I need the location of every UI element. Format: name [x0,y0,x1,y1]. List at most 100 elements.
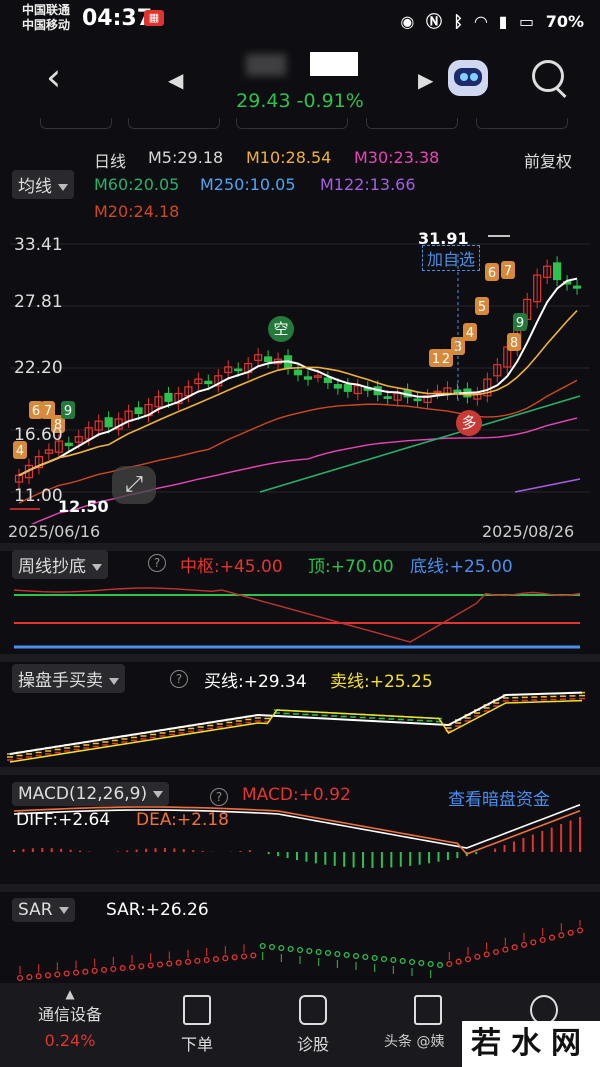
sar-dot [175,959,182,966]
ma20: M20:24.18 [94,202,180,221]
signal-marker-label: 6 [32,404,40,419]
ma250: M250:10.05 [200,175,296,194]
sar-dot [72,969,80,976]
panel-divider [0,884,600,892]
sar-dot [44,972,52,979]
candle [323,377,332,384]
kline-chart[interactable]: 46 7891 23456 789 [0,224,600,524]
sar-dot [63,970,70,977]
candle [343,384,352,392]
period-label[interactable]: 日线 [94,148,126,172]
sar-dot [16,974,24,982]
sar-dot [502,946,509,953]
ma122: M122:13.66 [320,175,416,194]
battery-icon: ▭ [519,12,535,31]
indicator-label: 均线 [18,177,52,197]
sar-dot [240,953,248,960]
candle [413,398,422,402]
sector-info[interactable]: ▲ 通信设备 0.24% [28,987,112,1050]
caret-down-icon [58,183,68,191]
ma122-line [514,478,581,493]
sar-dot [212,956,220,963]
sar-dot [576,927,584,934]
sar-dot [548,934,556,941]
candle [303,376,313,380]
macd-chart [13,804,581,868]
sar-dot [35,973,42,980]
candle [333,384,342,389]
candle [104,417,113,428]
low-price-label: 12.50 [58,497,109,516]
zhouxian-chart [13,587,581,649]
fullscreen-icon[interactable]: ⤢ [112,466,156,504]
status-icons: ◉ Ⓝ ᛒ ◠ ▮ ▭ 70% [394,8,584,32]
sar-dot [511,944,518,951]
date-start: 2025/06/16 [8,522,101,541]
sar-value: SAR:+26.26 [106,900,209,920]
sar-dot [259,942,266,950]
y-tick: 33.41 [14,235,63,255]
caret-down-icon [153,790,164,798]
signal-marker-label: 7 [44,404,52,419]
sector-change: 0.24% [44,1031,96,1050]
diagnose-button[interactable]: 诊股 [288,995,338,1055]
sar-dot [483,951,490,958]
sar-dot [464,956,472,963]
source-credit: 头条 @姨 [384,1034,445,1050]
sar-dot [371,954,378,962]
previous-stock-icon[interactable]: ◀ [168,68,183,92]
candle [293,369,303,376]
candle [204,380,213,385]
help-icon[interactable]: ? [148,552,166,572]
adjust-mode[interactable]: 前复权 [524,148,572,172]
sar-dot [362,953,369,961]
zhouxian-dropdown[interactable]: 周线抄底 [12,550,108,579]
order-button[interactable]: 下单 [172,995,222,1055]
ai-assistant-robot-icon[interactable] [448,60,488,96]
sar-dot [82,968,89,975]
mid-number: +45.00 [219,557,283,577]
sar-dot [436,961,444,969]
price-change: 29.43 -0.91% [0,90,600,112]
y-tick: 22.20 [14,358,63,378]
sell-line [9,699,583,763]
add-watchlist-button[interactable]: 加自选 [422,245,481,271]
sar-dot [427,960,434,968]
ma5: M5:29.18 [148,148,224,167]
next-stock-icon[interactable]: ▶ [418,68,433,92]
ma10: M10:28.54 [246,148,332,167]
wifi-icon: ◠ [474,12,488,31]
ma20-line [18,379,578,504]
candle [64,442,73,447]
search-icon[interactable] [532,60,564,92]
carrier-1: 中国联通 [22,3,71,17]
indicator-dropdown[interactable]: 均线 [12,170,74,199]
top-label: 顶: [308,557,331,577]
sar-dot [306,947,313,955]
sar-dot [520,941,528,948]
signal-marker-label: 5 [478,300,486,315]
candle [264,356,273,363]
sar-dot [418,959,425,967]
sar-dot [26,974,33,981]
y-tick: 11.00 [14,486,63,506]
sar-dot [287,945,294,953]
sar-dot [166,960,173,967]
sar-number: +26.26 [145,900,209,920]
sar-dot [567,929,574,936]
sar-dot [539,936,546,944]
signal-marker-label: 8 [510,336,518,351]
sar-dropdown[interactable]: SAR [12,898,75,922]
sar-dot [194,957,201,964]
sar-dot [156,961,164,968]
date-end: 2025/08/26 [482,522,575,541]
sar-label: SAR: [106,900,146,920]
sar-dot [119,965,126,972]
diff-line [13,804,581,849]
signal-marker-label: 9 [516,316,524,331]
candle [134,407,143,415]
sar-dot [91,967,98,974]
watchlist-button[interactable] [408,995,448,1031]
ma30: M30:23.38 [354,148,440,167]
minus-icon [414,995,442,1025]
